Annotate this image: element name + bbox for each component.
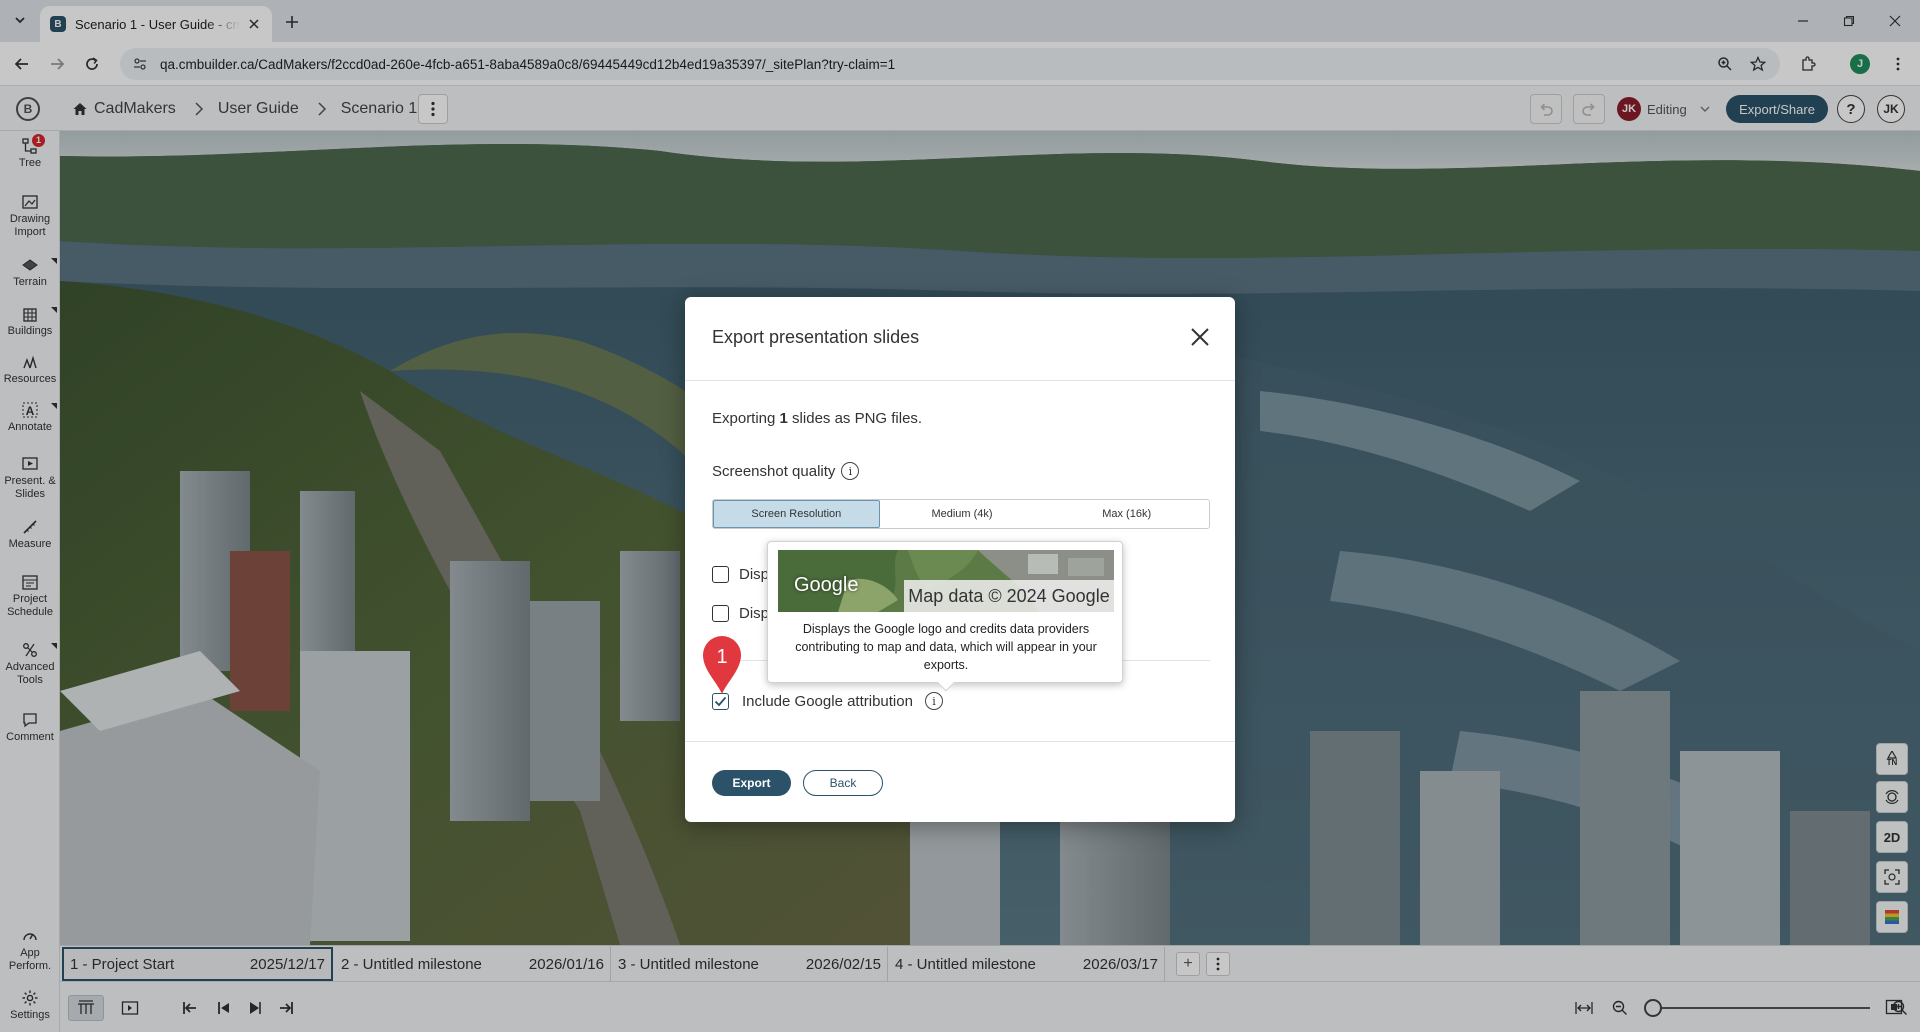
quality-option-max[interactable]: Max (16k): [1044, 500, 1209, 528]
display-option-1-row[interactable]: Disp: [712, 566, 769, 583]
tooltip-description: Displays the Google logo and credits dat…: [795, 622, 1097, 672]
back-button[interactable]: Back: [803, 770, 883, 796]
export-prefix: Exporting: [712, 410, 780, 427]
close-icon[interactable]: [1188, 325, 1212, 349]
export-summary: Exporting 1 slides as PNG files.: [712, 410, 922, 427]
info-icon[interactable]: i: [841, 462, 860, 480]
divider: [685, 741, 1235, 742]
quality-segmented-control: Screen Resolution Medium (4k) Max (16k): [712, 499, 1210, 529]
step-marker: 1: [701, 634, 743, 696]
google-attribution-preview-image: Google Map data © 2024 Google: [778, 550, 1114, 612]
attribution-tooltip: Google Map data © 2024 Google Displays t…: [767, 541, 1123, 692]
divider: [685, 380, 1235, 381]
slide-count: 1: [779, 410, 788, 427]
google-attribution-row[interactable]: Include Google attribution i: [712, 692, 943, 710]
checkmark-icon: [714, 696, 727, 706]
quality-option-screen[interactable]: Screen Resolution: [713, 500, 880, 528]
display-option-2-row[interactable]: Disp: [712, 605, 769, 622]
quality-heading: Screenshot quality i: [712, 462, 860, 480]
export-button[interactable]: Export: [712, 770, 791, 796]
display-option-2-label: Disp: [739, 605, 770, 622]
quality-label: Screenshot quality: [712, 462, 836, 480]
map-pin-icon: 1: [703, 636, 741, 694]
attribution-info-icon[interactable]: i: [924, 692, 943, 710]
step-number: 1: [716, 646, 727, 668]
dialog-title: Export presentation slides: [712, 327, 920, 347]
quality-option-medium[interactable]: Medium (4k): [880, 500, 1045, 528]
google-attribution-label: Include Google attribution: [742, 692, 913, 710]
google-logo-text: Google: [794, 574, 859, 596]
map-data-credit: Map data © 2024 Google: [904, 580, 1114, 612]
display-option-2-checkbox[interactable]: [712, 605, 729, 622]
display-option-1-label: Disp: [739, 566, 770, 583]
export-suffix: slides as PNG files.: [787, 410, 923, 427]
display-option-1-checkbox[interactable]: [712, 566, 729, 583]
